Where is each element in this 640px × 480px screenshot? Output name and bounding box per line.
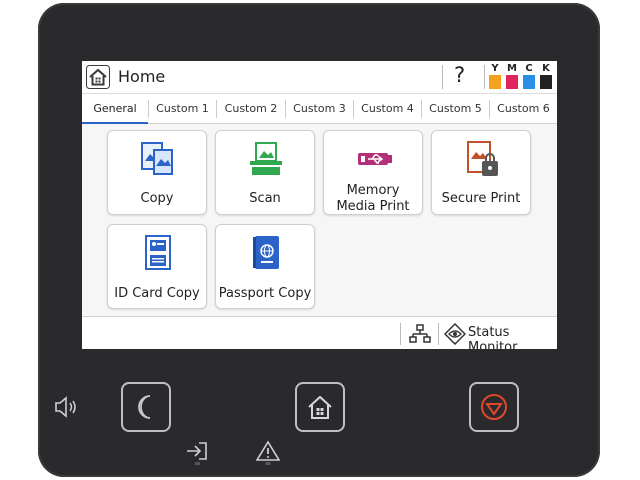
divider xyxy=(438,323,439,345)
sleep-button[interactable] xyxy=(121,382,171,432)
ink-swatch xyxy=(489,75,501,89)
tab-bar: General Custom 1 Custom 2 Custom 3 Custo… xyxy=(82,93,557,124)
app-label: Copy xyxy=(140,191,174,206)
app-label: Secure Print xyxy=(441,191,521,206)
divider xyxy=(484,65,485,89)
ink-level-y: Y xyxy=(489,63,501,89)
status-monitor-button[interactable]: Status Monitor xyxy=(468,325,557,349)
tab-custom-6[interactable]: Custom 6 xyxy=(490,94,557,124)
ink-swatch xyxy=(506,75,518,89)
ink-label: M xyxy=(507,63,517,74)
eye-icon[interactable] xyxy=(444,323,466,345)
ink-swatch xyxy=(540,75,552,89)
help-button[interactable]: ? xyxy=(454,63,465,87)
stop-icon xyxy=(481,394,507,420)
home-button[interactable] xyxy=(295,382,345,432)
status-bar: Status Monitor xyxy=(82,316,557,349)
app-label: Passport Copy xyxy=(218,286,312,301)
app-label: Scan xyxy=(249,191,281,206)
app-label: Memory xyxy=(346,183,400,198)
ink-level-m: M xyxy=(506,63,518,89)
tab-custom-5[interactable]: Custom 5 xyxy=(422,94,489,124)
touch-screen: Home ? YMCK General Custom 1 Custom 2 Cu… xyxy=(82,61,557,349)
header-bar: Home ? YMCK xyxy=(82,61,557,93)
usb-icon xyxy=(358,153,392,165)
page-title: Home xyxy=(118,67,166,86)
passport-icon xyxy=(253,236,279,269)
home-icon[interactable] xyxy=(86,65,110,89)
ink-label: Y xyxy=(491,63,499,74)
ink-label: K xyxy=(542,63,550,74)
moon-icon xyxy=(138,395,151,419)
tab-custom-4[interactable]: Custom 4 xyxy=(354,94,421,124)
app-secure-print[interactable]: Secure Print xyxy=(431,130,531,215)
ink-swatch xyxy=(523,75,535,89)
secure-print-icon xyxy=(467,141,498,176)
network-icon[interactable] xyxy=(409,323,431,345)
data-arrow-icon xyxy=(187,442,207,465)
stop-button[interactable] xyxy=(469,382,519,432)
app-passport-copy[interactable]: Passport Copy xyxy=(215,224,315,309)
app-id-card-copy[interactable]: ID Card Copy xyxy=(107,224,207,309)
ink-label: C xyxy=(525,63,533,74)
app-label: Media Print xyxy=(336,199,410,214)
scan-icon xyxy=(250,142,282,175)
warning-icon xyxy=(255,440,281,465)
tab-general[interactable]: General xyxy=(82,94,148,124)
tab-custom-3[interactable]: Custom 3 xyxy=(286,94,353,124)
home-icon xyxy=(308,395,332,419)
app-scan[interactable]: Scan xyxy=(215,130,315,215)
ink-level-c: C xyxy=(523,63,535,89)
app-label: ID Card Copy xyxy=(114,286,200,301)
tab-custom-1[interactable]: Custom 1 xyxy=(149,94,216,124)
app-memory-media-print[interactable]: Memory Media Print xyxy=(323,130,423,215)
app-copy[interactable]: Copy xyxy=(107,130,207,215)
copy-icon xyxy=(141,142,173,175)
divider xyxy=(400,323,401,345)
tab-custom-2[interactable]: Custom 2 xyxy=(217,94,285,124)
ink-level-k: K xyxy=(540,63,552,89)
divider xyxy=(442,65,443,89)
id-card-icon xyxy=(145,235,171,270)
volume-icon[interactable] xyxy=(54,396,80,418)
